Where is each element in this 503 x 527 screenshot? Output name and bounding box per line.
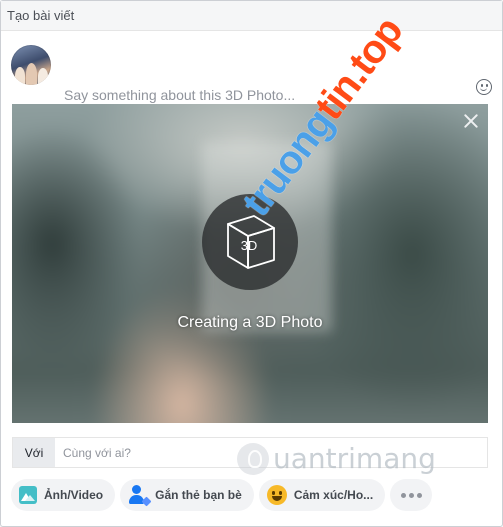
feeling-activity-label: Cảm xúc/Ho... (293, 488, 374, 502)
creating-status-text: Creating a 3D Photo (177, 314, 323, 331)
dialog-header: Tạo bài viết (1, 1, 502, 31)
create-post-dialog: Tạo bài viết Say something about this 3D… (0, 0, 503, 527)
more-dots-icon (400, 492, 422, 498)
composer-placeholder[interactable]: Say something about this 3D Photo... (64, 87, 295, 103)
emoji-icon[interactable] (476, 79, 492, 95)
with-friends-row: Với (12, 437, 488, 468)
photo-preview: 3D Creating a 3D Photo (12, 104, 488, 423)
avatar (11, 45, 51, 85)
with-label: Với (13, 438, 55, 467)
composer-input-row: Say something about this 3D Photo... (1, 31, 502, 103)
tag-friends-icon (128, 485, 152, 507)
photo-video-icon (19, 486, 37, 504)
photo-video-button[interactable]: Ảnh/Video (11, 479, 116, 511)
with-friends-input[interactable] (55, 444, 465, 461)
tag-friends-button[interactable]: Gắn thẻ bạn bè (120, 479, 254, 511)
cube-label: 3D (241, 238, 258, 253)
feeling-icon (266, 485, 287, 505)
more-options-button[interactable] (390, 479, 433, 511)
feeling-activity-button[interactable]: Cảm xúc/Ho... (258, 479, 386, 511)
dialog-title: Tạo bài viết (7, 8, 75, 23)
close-icon[interactable] (462, 112, 480, 130)
photo-video-label: Ảnh/Video (44, 488, 104, 502)
tag-friends-label: Gắn thẻ bạn bè (155, 488, 242, 502)
post-actions: Ảnh/Video Gắn thẻ bạn bè Cảm xúc/Ho... (11, 479, 433, 511)
